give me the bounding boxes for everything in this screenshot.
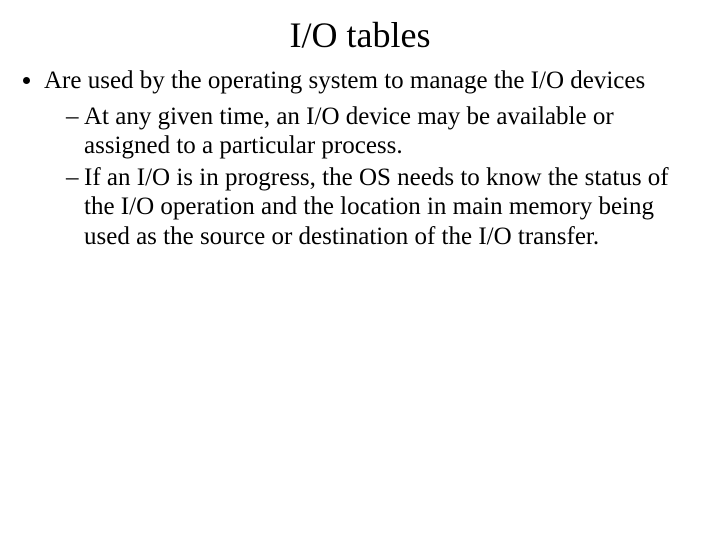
bullet-text: At any given time, an I/O device may be … bbox=[84, 103, 614, 160]
list-item: If an I/O is in progress, the OS needs t… bbox=[66, 163, 702, 252]
bullet-list-level2: At any given time, an I/O device may be … bbox=[44, 102, 702, 252]
bullet-text: If an I/O is in progress, the OS needs t… bbox=[84, 164, 669, 250]
list-item: Are used by the operating system to mana… bbox=[44, 66, 702, 251]
slide-title: I/O tables bbox=[0, 0, 720, 66]
bullet-list-level1: Are used by the operating system to mana… bbox=[18, 66, 702, 251]
slide: I/O tables Are used by the operating sys… bbox=[0, 0, 720, 540]
list-item: At any given time, an I/O device may be … bbox=[66, 102, 702, 161]
bullet-text: Are used by the operating system to mana… bbox=[44, 67, 645, 94]
slide-body: Are used by the operating system to mana… bbox=[0, 66, 720, 251]
